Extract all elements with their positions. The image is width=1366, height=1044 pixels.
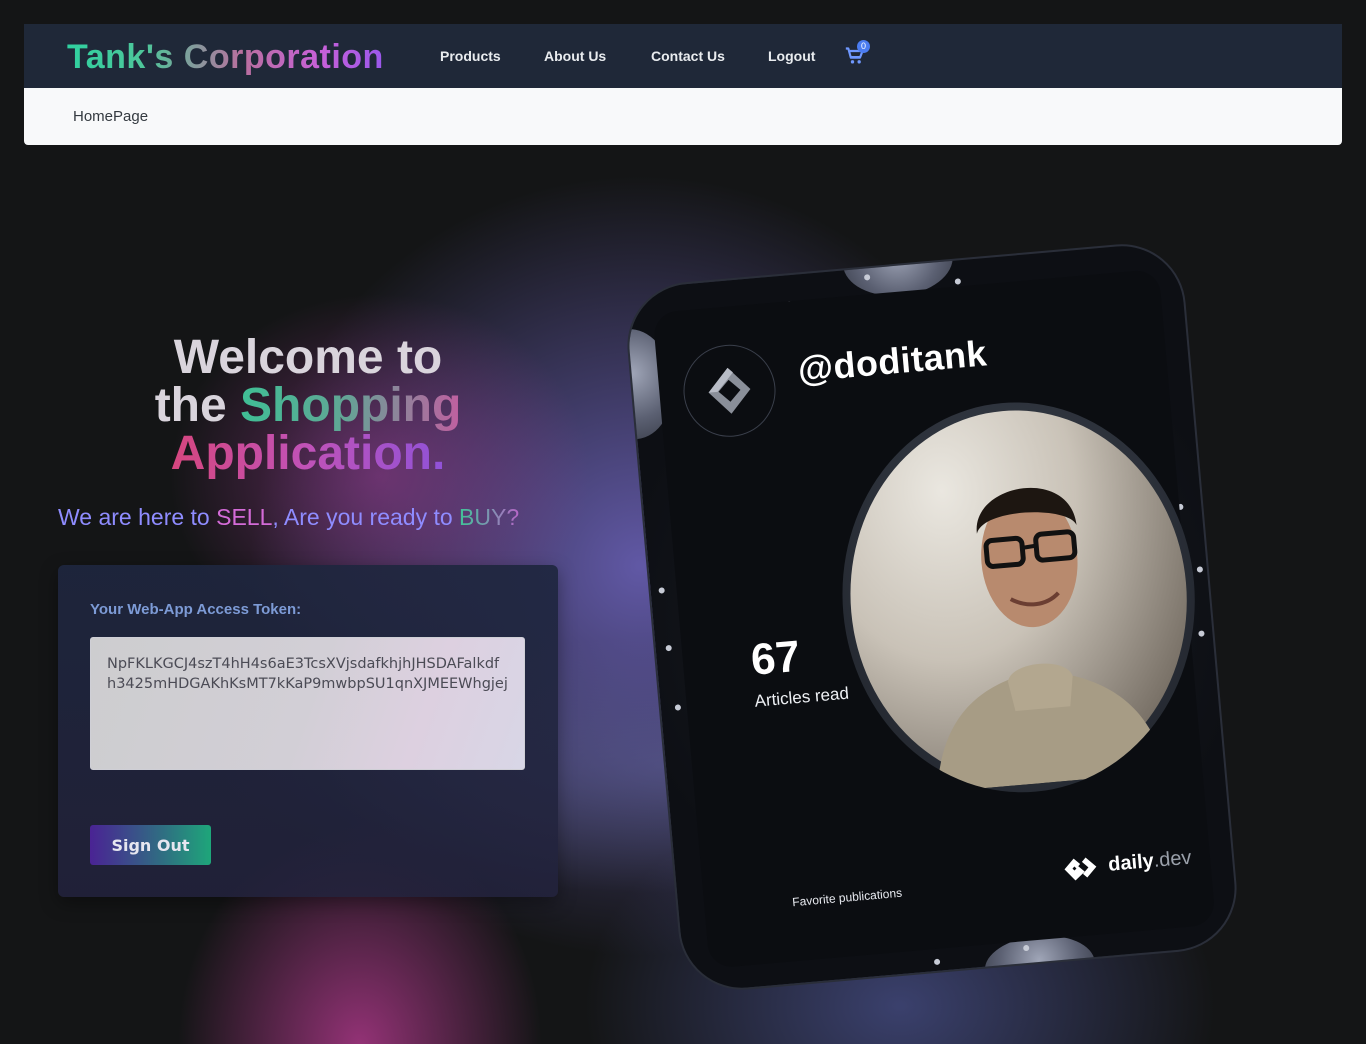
devcard-dot bbox=[665, 644, 672, 652]
daily-dev-brand: daily.dev bbox=[1061, 846, 1192, 881]
token-card: Your Web-App Access Token: NpFKLKGCJ4szT… bbox=[58, 565, 558, 897]
devcard-dot bbox=[933, 958, 941, 966]
brand-logo[interactable]: Tank's Corporation bbox=[67, 38, 384, 77]
devcard-dot bbox=[674, 704, 682, 711]
cart-count-badge: 0 bbox=[857, 40, 870, 53]
daily-dev-logo-icon bbox=[708, 367, 751, 414]
nav-products[interactable]: Products bbox=[440, 48, 501, 64]
daily-dev-mark-icon bbox=[1064, 857, 1097, 881]
devcard-dot bbox=[1196, 566, 1204, 573]
nav-about-us[interactable]: About Us bbox=[544, 48, 606, 64]
devcard-logo bbox=[679, 340, 780, 441]
hero-title: Welcome to the Shopping Application. bbox=[120, 334, 496, 478]
nav-contact-us[interactable]: Contact Us bbox=[651, 48, 725, 64]
devcard-frame: @doditank 67 Articles read Favorite publ… bbox=[622, 238, 1242, 996]
articles-count: 67 bbox=[748, 631, 802, 685]
tagline-sell: SELL bbox=[216, 504, 273, 530]
profile-photo-image bbox=[834, 396, 1203, 799]
devcard-dot bbox=[1198, 630, 1205, 637]
breadcrumb-bar: HomePage bbox=[24, 88, 1342, 145]
devcard-handle: @doditank bbox=[796, 332, 989, 390]
devcard-dot bbox=[954, 278, 962, 285]
tagline-part-2: , Are you ready to bbox=[272, 504, 460, 530]
nav-logout[interactable]: Logout bbox=[768, 48, 815, 64]
daily-brand-main: daily bbox=[1107, 849, 1155, 876]
hero-accent-shopping: Shopping bbox=[240, 379, 462, 432]
top-navbar: Tank's Corporation Products About Us Con… bbox=[24, 24, 1342, 88]
tagline-part-1: We are here to bbox=[58, 504, 217, 530]
devcard: @doditank 67 Articles read Favorite publ… bbox=[622, 238, 1242, 996]
profile-photo bbox=[826, 387, 1211, 807]
articles-label: Articles read bbox=[753, 683, 850, 711]
hero-line-2: the bbox=[154, 379, 241, 432]
sign-out-button[interactable]: Sign Out bbox=[90, 825, 211, 865]
breadcrumb: HomePage bbox=[73, 108, 149, 125]
devcard-body: @doditank 67 Articles read Favorite publ… bbox=[652, 268, 1216, 969]
person-avatar-icon bbox=[937, 487, 1167, 793]
favorite-publications-label: Favorite publications bbox=[791, 885, 903, 910]
tagline: We are here to SELL, Are you ready to BU… bbox=[58, 504, 519, 531]
daily-brand-suffix: .dev bbox=[1152, 846, 1193, 872]
hero-line-1: Welcome to bbox=[173, 331, 443, 384]
hero-line-3: Application. bbox=[170, 427, 446, 480]
tagline-buy: BUY? bbox=[459, 504, 520, 530]
token-textarea[interactable]: NpFKLKGCJ4szT4hH4s6aE3TcsXVjsdafkhjhJHSD… bbox=[90, 637, 525, 770]
token-label: Your Web-App Access Token: bbox=[90, 601, 302, 618]
devcard-dot bbox=[658, 587, 665, 594]
cart-button[interactable]: 0 bbox=[845, 40, 870, 66]
